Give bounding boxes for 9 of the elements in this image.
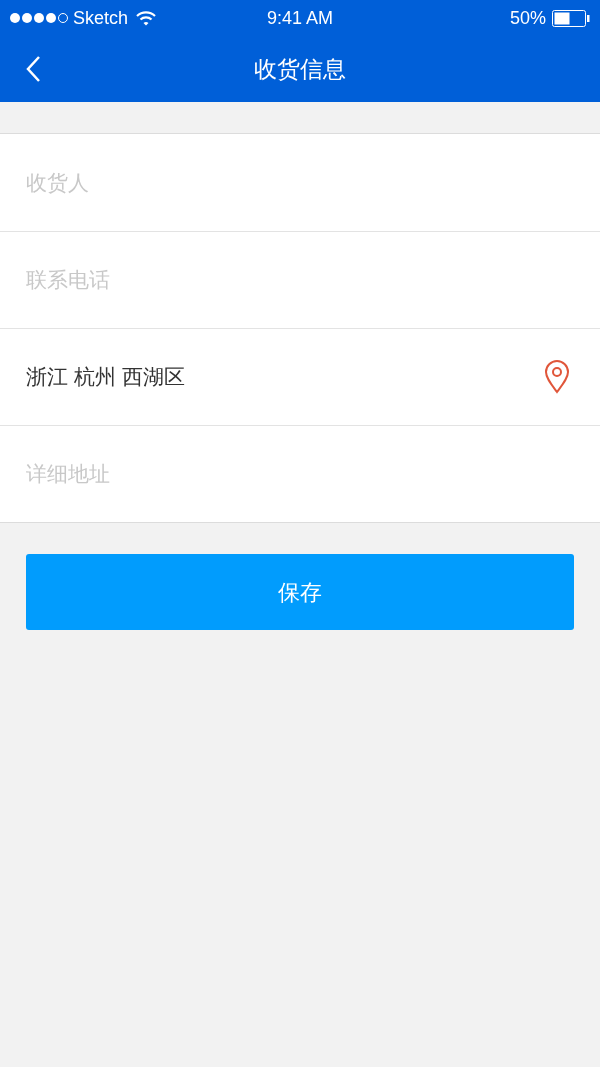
status-time: 9:41 AM — [267, 6, 333, 30]
battery-icon — [552, 9, 590, 27]
location-pin-icon[interactable] — [544, 360, 570, 394]
battery-percent: 50% — [509, 6, 546, 30]
wifi-icon — [136, 10, 157, 26]
carrier-name: Sketch — [73, 6, 129, 30]
page-title: 收货信息 — [254, 54, 346, 84]
region-value[interactable]: 浙江 杭州 西湖区 — [26, 361, 185, 393]
back-icon — [25, 55, 41, 83]
